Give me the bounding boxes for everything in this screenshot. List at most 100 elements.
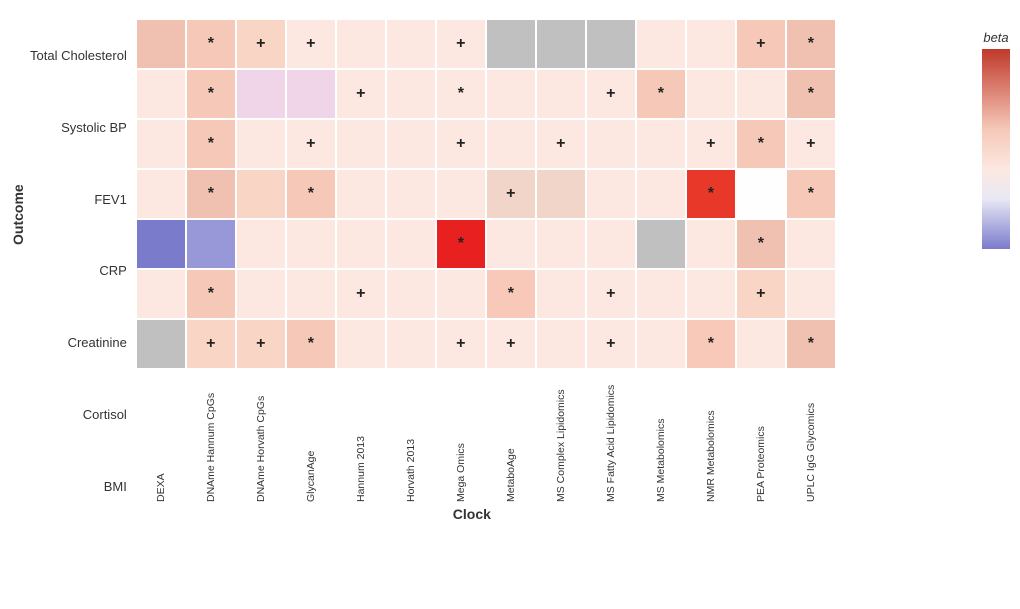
cell-3-12 [737,170,785,218]
col-label-wrapper-3: GlycanAge [287,372,335,502]
cell-4-0 [137,220,185,268]
cell-4-3 [287,220,335,268]
cell-5-10 [637,270,685,318]
cell-3-10 [637,170,685,218]
legend-gradient-svg [982,49,1010,249]
cell-6-0 [137,320,185,368]
row-label-0: Total Cholesterol [30,32,131,80]
cell-4-4 [337,220,385,268]
col-label-1: DNAme Hannum CpGs [205,372,217,502]
cell-1-0 [137,70,185,118]
col-label-wrapper-13: UPLC IgG Glycomics [787,372,835,502]
col-label-wrapper-6: Mega Omics [437,372,485,502]
cell-3-11: * [687,170,735,218]
col-label-wrapper-7: MetaboAge [487,372,535,502]
cell-5-3 [287,270,335,318]
col-label-13: UPLC IgG Glycomics [805,372,817,502]
col-label-wrapper-0: DEXA [137,372,185,502]
cell-1-6: * [437,70,485,118]
cell-4-1 [187,220,235,268]
cell-0-4 [337,20,385,68]
cell-1-1: * [187,70,235,118]
cell-0-9 [587,20,635,68]
cell-0-11 [687,20,735,68]
cell-2-0 [137,120,185,168]
legend-area: beta 210-1 [982,30,1010,249]
cell-6-6: + [437,320,485,368]
cell-1-13: * [787,70,835,118]
cell-2-1: * [187,120,235,168]
col-label-wrapper-11: NMR Metabolomics [687,372,735,502]
cell-0-1: * [187,20,235,68]
cell-5-6 [437,270,485,318]
row-label-2: FEV1 [30,175,131,223]
cell-1-8 [537,70,585,118]
cell-5-13 [787,270,835,318]
cell-3-1: * [187,170,235,218]
col-label-wrapper-2: DNAme Horvath CpGs [237,372,285,502]
cell-3-5 [387,170,435,218]
cell-5-2 [237,270,285,318]
col-label-9: MS Fatty Acid Lipidomics [605,372,617,502]
cell-3-3: * [287,170,335,218]
cell-4-5 [387,220,435,268]
cell-6-11: * [687,320,735,368]
main-content: Total Cholesterol Systolic BP FEV1 CRP Creat… [30,20,964,522]
col-label-12: PEA Proteomics [755,372,767,502]
cell-0-8 [537,20,585,68]
cell-6-9: + [587,320,635,368]
cell-3-0 [137,170,185,218]
cell-1-12 [737,70,785,118]
cell-5-7: * [487,270,535,318]
cell-5-1: * [187,270,235,318]
cell-5-9: + [587,270,635,318]
cell-2-11: + [687,120,735,168]
cell-1-11 [687,70,735,118]
cell-6-2: + [237,320,285,368]
chart-container: Outcome Total Cholesterol Systolic BP FEV1… [0,0,1020,609]
cell-0-2: + [237,20,285,68]
x-axis-title: Clock [107,506,837,522]
heatmap-grid-area: *++++**+*+***++++*+**+*****+*++++*+++** … [137,20,837,522]
col-label-10: MS Metabolomics [655,372,667,502]
cell-6-3: * [287,320,335,368]
cell-3-8 [537,170,585,218]
col-label-wrapper-1: DNAme Hannum CpGs [187,372,235,502]
row-label-3: CRP [30,247,131,295]
col-label-8: MS Complex Lipidomics [555,372,567,502]
col-label-5: Horvath 2013 [405,372,417,502]
legend-title: beta [983,30,1008,45]
cell-0-6: + [437,20,485,68]
row-label-6: BMI [30,462,131,510]
col-label-wrapper-9: MS Fatty Acid Lipidomics [587,372,635,502]
cell-2-9 [587,120,635,168]
cell-6-8 [537,320,585,368]
row-label-1: Systolic BP [30,104,131,152]
col-label-wrapper-8: MS Complex Lipidomics [537,372,585,502]
cell-5-5 [387,270,435,318]
cell-4-13 [787,220,835,268]
heatmap-area: Total Cholesterol Systolic BP FEV1 CRP Creat… [30,20,964,522]
row-labels: Total Cholesterol Systolic BP FEV1 CRP Creat… [30,20,131,522]
cell-3-9 [587,170,635,218]
cell-1-5 [387,70,435,118]
cell-0-13: * [787,20,835,68]
cell-6-12 [737,320,785,368]
col-label-4: Hannum 2013 [355,372,367,502]
cell-3-13: * [787,170,835,218]
cell-2-12: * [737,120,785,168]
cell-3-4 [337,170,385,218]
y-axis-title: Outcome [10,40,26,390]
cell-0-0 [137,20,185,68]
col-label-2: DNAme Horvath CpGs [255,372,267,502]
cell-1-7 [487,70,535,118]
cell-0-12: + [737,20,785,68]
col-label-3: GlycanAge [305,372,317,502]
row-label-4: Creatinine [30,319,131,367]
cell-4-10 [637,220,685,268]
cell-2-3: + [287,120,335,168]
cell-5-11 [687,270,735,318]
col-label-wrapper-4: Hannum 2013 [337,372,385,502]
cell-5-0 [137,270,185,318]
cell-6-13: * [787,320,835,368]
